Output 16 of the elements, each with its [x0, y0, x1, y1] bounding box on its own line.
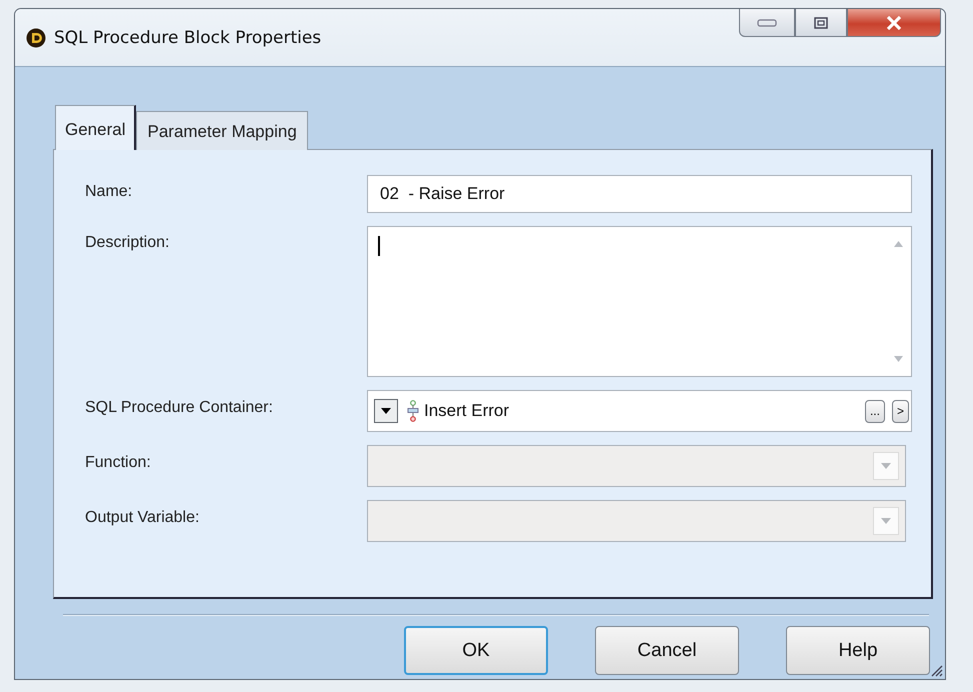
field-label: Description:: [85, 233, 170, 252]
field-label: Output Variable:: [85, 508, 200, 527]
dialog-button[interactable]: OK: [404, 626, 548, 675]
browse-button[interactable]: ...: [864, 400, 885, 422]
dialog-button[interactable]: Help: [786, 626, 930, 675]
field-value: Insert Error: [424, 401, 510, 421]
container-picker-field[interactable]: Insert Error ... >: [367, 390, 912, 432]
tab[interactable]: Parameter Mapping: [136, 111, 308, 150]
window-title: SQL Procedure Block Properties: [54, 28, 322, 49]
field-label: Function:: [85, 453, 152, 472]
dialog-button[interactable]: Cancel: [595, 626, 739, 675]
go-button[interactable]: >: [892, 400, 909, 422]
field-label: SQL Procedure Container:: [85, 398, 274, 417]
field-label: Name:: [85, 182, 134, 201]
text-field[interactable]: 02 - Raise Error: [367, 175, 912, 213]
tab[interactable]: General: [55, 105, 136, 150]
